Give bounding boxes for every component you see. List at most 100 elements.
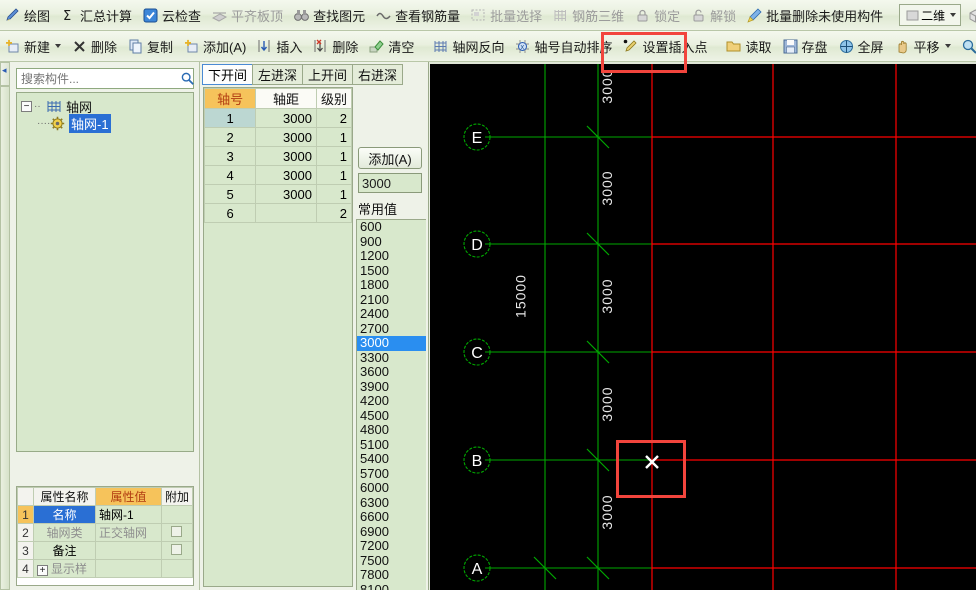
axis-row-distance[interactable]: 3000 (255, 108, 317, 128)
axis-row-distance[interactable]: 3000 (255, 184, 317, 204)
tab-upper-bay[interactable]: 上开间 (302, 64, 354, 85)
properties-row-name[interactable]: 名称 (33, 505, 96, 524)
tree-collapse-icon[interactable]: − (21, 101, 32, 112)
view-mode-dropdown[interactable]: 二维 (899, 4, 962, 26)
toolbar-button-add-axis[interactable]: 添加(A) (180, 34, 251, 59)
chevron-down-icon[interactable] (944, 44, 951, 48)
tree-node-grid-1[interactable]: ···· 轴网-1 (21, 114, 189, 133)
common-value-item[interactable]: 4500 (357, 408, 426, 424)
tree-node-grid-root[interactable]: − ·· 轴网 (21, 98, 189, 115)
common-value-item[interactable]: 7800 (357, 567, 426, 583)
expand-plus-icon[interactable]: + (37, 565, 48, 576)
properties-grid[interactable]: 属性名称 属性值 附加 1 名称 轴网-1 2 轴网类 正交轴网 3 备注 4 … (16, 486, 194, 586)
toolbar-button-read[interactable]: 读取 (722, 34, 776, 59)
axis-row-number[interactable]: 4 (204, 165, 257, 185)
common-value-item[interactable]: 6000 (357, 480, 426, 496)
axis-row-level[interactable]: 1 (315, 127, 352, 147)
axis-row-distance[interactable]: 3000 (255, 127, 317, 147)
search-bar[interactable] (16, 68, 194, 89)
toolbar-button-view-rebar-quantity[interactable]: 查看钢筋量 (372, 3, 465, 28)
common-value-item[interactable]: 2700 (357, 321, 426, 337)
toolbar-button-delete-axis[interactable]: 删除 (309, 34, 363, 59)
toolbar-button-grid-flip[interactable]: 轴网反向 (429, 34, 509, 59)
properties-row[interactable]: 3 备注 (17, 541, 193, 560)
toolbar-button-summary-calc[interactable]: Σ 汇总计算 (57, 3, 137, 28)
common-value-item[interactable]: 4200 (357, 393, 426, 409)
toolbar-button-fullscreen[interactable]: 全屏 (835, 34, 889, 59)
axis-row-level[interactable]: 1 (315, 165, 352, 185)
axis-table-row[interactable]: 1 3000 2 (204, 108, 352, 128)
search-input[interactable] (17, 69, 180, 88)
toolbar-button-new[interactable]: 新建 (1, 34, 66, 59)
panel-collapse-strip-top[interactable]: ◂ (0, 62, 10, 86)
toolbar-button-insert-axis[interactable]: 插入 (253, 34, 307, 59)
common-value-item[interactable]: 6600 (357, 509, 426, 525)
properties-row[interactable]: 4 + 显示样 (17, 559, 193, 578)
common-value-item[interactable]: 2100 (357, 292, 426, 308)
axis-row-number[interactable]: 5 (204, 184, 257, 204)
toolbar-button-save[interactable]: 存盘 (779, 34, 833, 59)
axis-table-row[interactable]: 3 3000 1 (204, 146, 352, 166)
common-value-item[interactable]: 5400 (357, 451, 426, 467)
axis-table-row[interactable]: 2 3000 1 (204, 127, 352, 147)
axis-row-distance[interactable]: 3000 (255, 146, 317, 166)
toolbar-button-align-slab-top[interactable]: 平齐板顶 (208, 3, 288, 28)
checkbox-icon[interactable] (171, 525, 183, 537)
common-value-item[interactable]: 2400 (357, 306, 426, 322)
toolbar-button-pan[interactable]: 平移 (891, 34, 956, 59)
axis-row-level[interactable]: 2 (315, 203, 352, 223)
checkbox-icon[interactable] (171, 543, 183, 555)
common-value-item[interactable]: 8100 (357, 582, 426, 590)
common-value-item[interactable]: 1500 (357, 263, 426, 279)
drawing-canvas[interactable]: E D C B A 3000 3000 3000 3000 3000 15000 (430, 62, 976, 590)
properties-row-value[interactable]: 正交轴网 (95, 523, 162, 542)
axis-row-number[interactable]: 6 (204, 203, 257, 223)
axis-row-number[interactable]: 1 (204, 108, 257, 128)
properties-row-value[interactable] (95, 559, 162, 578)
properties-row-value[interactable] (95, 541, 162, 560)
tab-lower-bay[interactable]: 下开间 (202, 64, 254, 85)
common-value-item[interactable]: 3600 (357, 364, 426, 380)
common-value-item[interactable]: 6300 (357, 495, 426, 511)
common-value-item[interactable]: 600 (357, 220, 426, 235)
tab-left-depth[interactable]: 左进深 (252, 64, 304, 85)
common-value-item[interactable]: 7500 (357, 553, 426, 569)
common-value-item[interactable]: 1800 (357, 277, 426, 293)
common-value-item[interactable]: 5100 (357, 437, 426, 453)
toolbar-button-batch-delete-unused[interactable]: 批量删除未使用构件 (743, 3, 888, 28)
common-value-item[interactable]: 7200 (357, 538, 426, 554)
toolbar-button-set-insert-point[interactable]: 设置插入点 (619, 34, 712, 59)
properties-row[interactable]: 2 轴网类 正交轴网 (17, 523, 193, 542)
properties-row-value[interactable]: 轴网-1 (95, 505, 162, 524)
common-value-item[interactable]: 3000 (357, 335, 426, 351)
properties-row[interactable]: 1 名称 轴网-1 (17, 505, 193, 524)
search-icon[interactable] (180, 69, 195, 88)
common-value-item[interactable]: 6900 (357, 524, 426, 540)
axis-table-row[interactable]: 4 3000 1 (204, 165, 352, 185)
properties-row-name[interactable]: 备注 (33, 541, 96, 560)
axis-table-row[interactable]: 6 2 (204, 203, 352, 223)
axis-row-distance[interactable] (255, 203, 317, 223)
tab-right-depth[interactable]: 右进深 (352, 64, 404, 85)
toolbar-button-cloud-check[interactable]: 云检查 (139, 3, 206, 28)
toolbar-button-batch-select[interactable]: 批量选择 (467, 3, 547, 28)
toolbar-button-find-element[interactable]: 查找图元 (290, 3, 370, 28)
axis-row-number[interactable]: 3 (204, 146, 257, 166)
toolbar-button-rebar-3d[interactable]: 钢筋三维 (549, 3, 629, 28)
axis-row-level[interactable]: 2 (315, 108, 352, 128)
toolbar-button-auto-sort-axis[interactable]: X 轴号自动排序 (511, 34, 617, 59)
add-button[interactable]: 添加(A) (358, 147, 422, 169)
toolbar-button-zoom[interactable]: 缩放 (958, 34, 976, 59)
toolbar-button-clear[interactable]: 清空 (365, 34, 419, 59)
properties-row-extra[interactable] (160, 541, 193, 560)
common-values-list[interactable]: 600 900 1200 1500 1800 2100 2400 2700 3000 3300 36… (356, 219, 426, 590)
common-value-item[interactable]: 3900 (357, 379, 426, 395)
common-value-item[interactable]: 5700 (357, 466, 426, 482)
toolbar-button-lock[interactable]: 锁定 (631, 3, 685, 28)
chevron-down-icon[interactable] (950, 13, 957, 17)
toolbar-button-copy[interactable]: 复制 (124, 34, 178, 59)
toolbar-button-delete-component[interactable]: 删除 (68, 34, 122, 59)
axis-table-row[interactable]: 5 3000 1 (204, 184, 352, 204)
properties-row-extra[interactable] (160, 523, 193, 542)
properties-row-name[interactable]: 轴网类 (33, 523, 96, 542)
